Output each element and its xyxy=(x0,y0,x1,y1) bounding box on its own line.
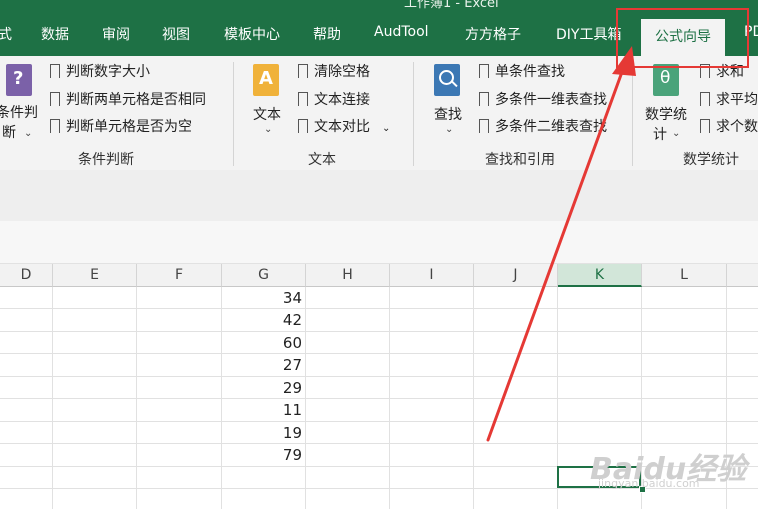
column-header-d[interactable]: D xyxy=(0,264,53,287)
judge-number-size-label: 判断数字大小 xyxy=(66,64,150,80)
condition-judge-icon: ? xyxy=(6,64,32,96)
condition-judge-label-line2: 断 xyxy=(2,125,16,141)
lookup-group-label: 查找和引用 xyxy=(485,152,555,168)
ribbon-panel: ? 条件判 断 ⌄ 判断数字大小 判断两单元格是否相同 判断单元格是否为空 条件… xyxy=(0,56,758,171)
chevron-down-icon: ⌄ xyxy=(445,124,454,135)
multi-condition-1d-lookup-item[interactable]: 多条件一维表查找 xyxy=(479,89,607,111)
chevron-down-icon: ⌄ xyxy=(264,124,273,135)
text-concat-item[interactable]: 文本连接 xyxy=(298,89,370,111)
column-header-e[interactable]: E xyxy=(53,264,137,287)
text-compare-item[interactable]: 文本对比 ⌄ xyxy=(298,116,390,138)
tab-diy-toolbox[interactable]: DIY工具箱 xyxy=(556,24,621,44)
chevron-down-icon: ⌄ xyxy=(24,128,33,139)
chevron-down-icon: ⌄ xyxy=(382,123,391,134)
average-item[interactable]: 求平均 xyxy=(700,89,758,111)
tab-view[interactable]: 视图 xyxy=(162,24,190,44)
multi-condition-2d-lookup-item[interactable]: 多条件二维表查找 xyxy=(479,116,607,138)
highlight-box xyxy=(616,8,749,68)
math-stats-label-line1: 数学统 xyxy=(645,107,687,123)
tab-fangfang-gezi[interactable]: 方方格子 xyxy=(465,24,521,44)
condition-judge-button[interactable]: ? 条件判 断 ⌄ xyxy=(0,62,46,142)
judge-cells-same-label: 判断两单元格是否相同 xyxy=(66,92,206,108)
group-divider xyxy=(413,62,414,166)
math-stats-label-line2: 计 xyxy=(653,127,667,143)
bookmark-icon xyxy=(50,64,60,82)
text-icon: A xyxy=(253,64,279,96)
group-divider xyxy=(632,62,633,166)
baidu-watermark-url: jingyan.baidu.com xyxy=(598,477,700,490)
bookmark-icon xyxy=(50,119,60,137)
lookup-button[interactable]: 查找 ⌄ xyxy=(428,62,468,142)
multi-condition-1d-lookup-label: 多条件一维表查找 xyxy=(495,92,607,108)
grid-line xyxy=(0,421,758,422)
cell-g-value[interactable]: 42 xyxy=(222,309,302,331)
tab-data[interactable]: 数据 xyxy=(41,24,69,44)
chevron-down-icon: ⌄ xyxy=(672,128,681,139)
column-header-m[interactable] xyxy=(727,264,758,287)
bookmark-icon xyxy=(479,119,489,137)
group-divider xyxy=(233,62,234,166)
math-stats-button[interactable]: θ 数学统 计 ⌄ xyxy=(640,62,690,143)
single-condition-lookup-label: 单条件查找 xyxy=(495,64,565,80)
tab-template-center[interactable]: 模板中心 xyxy=(224,24,280,44)
bookmark-icon xyxy=(700,119,710,137)
formula-bar-area[interactable] xyxy=(0,170,758,221)
grid-line xyxy=(0,353,758,354)
column-header-l[interactable]: L xyxy=(642,264,727,287)
tab-help[interactable]: 帮助 xyxy=(313,24,341,44)
judge-number-size-item[interactable]: 判断数字大小 xyxy=(50,61,150,83)
clear-spaces-label: 清除空格 xyxy=(314,64,370,80)
text-concat-label: 文本连接 xyxy=(314,92,370,108)
bookmark-icon xyxy=(479,92,489,110)
condition-judge-label-line1: 条件判 xyxy=(0,105,38,121)
cell-g-value[interactable]: 27 xyxy=(222,354,302,376)
bookmark-icon xyxy=(479,64,489,82)
grid-line xyxy=(0,398,758,399)
text-compare-label: 文本对比 xyxy=(314,119,370,135)
bookmark-icon xyxy=(298,92,308,110)
column-header-h[interactable]: H xyxy=(306,264,390,287)
column-header-g[interactable]: G xyxy=(222,264,306,287)
cell-g-value[interactable]: 19 xyxy=(222,422,302,444)
cell-g-value[interactable]: 11 xyxy=(222,399,302,421)
cell-g-value[interactable]: 29 xyxy=(222,377,302,399)
cell-g-value[interactable]: 60 xyxy=(222,332,302,354)
judge-cell-empty-label: 判断单元格是否为空 xyxy=(66,119,192,135)
count-item[interactable]: 求个数 xyxy=(700,116,758,138)
bookmark-icon xyxy=(50,92,60,110)
multi-condition-2d-lookup-label: 多条件二维表查找 xyxy=(495,119,607,135)
column-header-j[interactable]: J xyxy=(474,264,558,287)
count-label: 求个数 xyxy=(716,119,758,135)
tab-formulas[interactable]: 式 xyxy=(0,24,12,44)
tab-audtool[interactable]: AudTool xyxy=(374,24,429,40)
clear-spaces-item[interactable]: 清除空格 xyxy=(298,61,370,83)
text-button-label: 文本 xyxy=(253,107,281,123)
column-header-k[interactable]: K xyxy=(558,264,642,287)
column-header-i[interactable]: I xyxy=(390,264,474,287)
bookmark-icon xyxy=(298,119,308,137)
text-button[interactable]: A 文本 ⌄ xyxy=(248,62,288,142)
bookmark-icon xyxy=(700,92,710,110)
grid-line xyxy=(0,331,758,332)
window-title: 工作簿1 - Excel xyxy=(404,0,499,11)
bookmark-icon xyxy=(298,64,308,82)
judge-cell-empty-item[interactable]: 判断单元格是否为空 xyxy=(50,116,192,138)
math-stats-icon: θ xyxy=(653,64,679,96)
text-group-label: 文本 xyxy=(308,152,336,168)
average-label: 求平均 xyxy=(716,92,758,108)
sheet-top-gap xyxy=(0,221,758,264)
tab-review[interactable]: 审阅 xyxy=(102,24,130,44)
lookup-button-label: 查找 xyxy=(434,107,462,123)
condition-group-label: 条件判断 xyxy=(78,152,134,168)
cell-g-value[interactable]: 79 xyxy=(222,444,302,466)
cell-g-value[interactable]: 34 xyxy=(222,287,302,309)
single-condition-lookup-item[interactable]: 单条件查找 xyxy=(479,61,565,83)
judge-cells-same-item[interactable]: 判断两单元格是否相同 xyxy=(50,89,206,111)
magnifier-icon xyxy=(434,64,460,96)
column-header-f[interactable]: F xyxy=(137,264,222,287)
grid-line xyxy=(0,376,758,377)
grid-line xyxy=(0,308,758,309)
math-group-label: 数学统计 xyxy=(683,152,739,168)
